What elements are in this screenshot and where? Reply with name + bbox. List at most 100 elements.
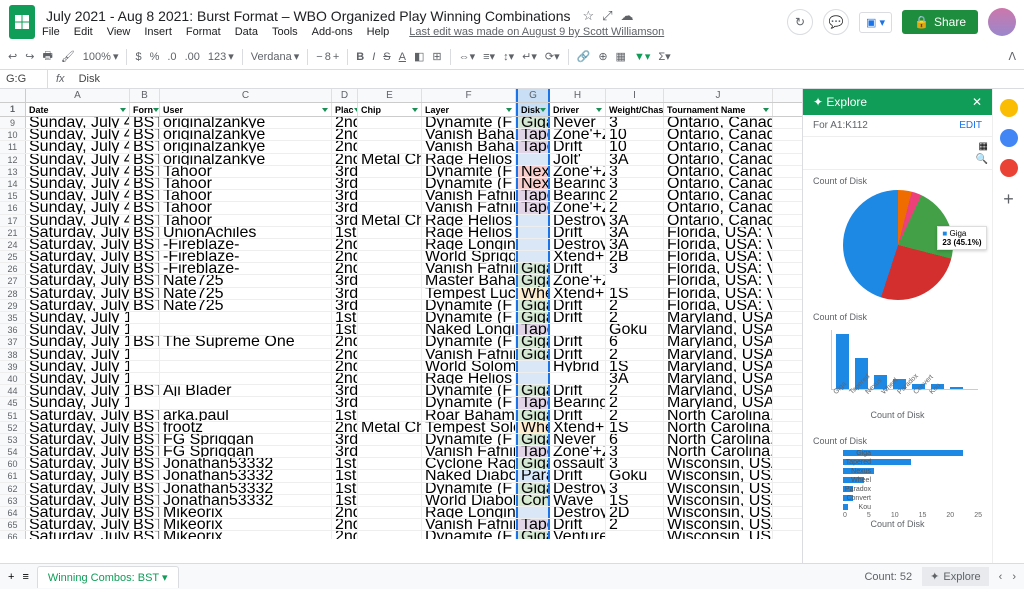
cell[interactable]: 2nd bbox=[332, 349, 358, 360]
cell[interactable]: Nexus bbox=[516, 166, 550, 177]
cell[interactable]: Giga bbox=[516, 275, 550, 286]
cell[interactable]: 6 bbox=[606, 336, 664, 347]
cell[interactable]: Maryland, USA: Allen's first spir bbox=[664, 373, 773, 384]
cell[interactable]: Rage Helios bbox=[422, 227, 516, 238]
table-row[interactable]: 62Saturday, July 17, 2021BSTJonathan5333… bbox=[0, 483, 802, 495]
cell[interactable] bbox=[358, 373, 422, 384]
cell[interactable]: Florida, USA: Vero Beach Brawl bbox=[664, 263, 773, 274]
cell[interactable] bbox=[358, 275, 422, 286]
cell[interactable]: BST bbox=[130, 166, 160, 177]
cell[interactable]: 10 bbox=[606, 141, 664, 152]
cell[interactable]: 2nd bbox=[332, 507, 358, 518]
cell[interactable]: -Fireblaze- bbox=[160, 239, 332, 250]
cell[interactable]: World Spriggan bbox=[422, 251, 516, 262]
cell[interactable] bbox=[130, 361, 160, 372]
cell[interactable] bbox=[516, 215, 550, 226]
table-row[interactable]: 12Sunday, July 4, 2021BSToriginalzankye2… bbox=[0, 154, 802, 166]
col-header[interactable]: G bbox=[516, 89, 550, 102]
cell[interactable]: BST bbox=[130, 458, 160, 469]
table-row[interactable]: 53Saturday, July 17, 2021BSTFG Spriggan3… bbox=[0, 434, 802, 446]
row-number[interactable]: 10 bbox=[0, 129, 26, 140]
cell[interactable] bbox=[606, 531, 664, 539]
cell[interactable]: 1S bbox=[606, 361, 664, 372]
cell[interactable]: BST bbox=[130, 470, 160, 481]
cell[interactable]: 2nd bbox=[332, 336, 358, 347]
chart-button[interactable]: ▦ bbox=[616, 50, 626, 63]
cell[interactable]: 3 bbox=[606, 483, 664, 494]
cell[interactable]: Jonathan53332 bbox=[160, 495, 332, 506]
table-row[interactable]: 63Saturday, July 17, 2021BSTJonathan5333… bbox=[0, 495, 802, 507]
cell[interactable]: Ontario, Canada: HIGH PARK TI bbox=[664, 117, 773, 128]
borders-button[interactable]: ⊞ bbox=[432, 50, 441, 63]
cell[interactable]: Florida, USA: Vero Beach Brawl bbox=[664, 275, 773, 286]
cell[interactable]: Vanish Fafnir bbox=[422, 519, 516, 530]
cell[interactable]: Nate725 bbox=[160, 288, 332, 299]
menu-file[interactable]: File bbox=[42, 26, 60, 38]
table-row[interactable]: 39Sunday, July 11, 20212ndWorld SolomonH… bbox=[0, 361, 802, 373]
comment-button[interactable]: ⊕ bbox=[598, 50, 607, 63]
row-number[interactable]: 53 bbox=[0, 434, 26, 445]
cell[interactable]: Giga bbox=[516, 483, 550, 494]
move-icon[interactable]: ⤢ bbox=[602, 8, 612, 24]
table-row[interactable]: 14Sunday, July 4, 2021BSTTahoor3rdDynami… bbox=[0, 178, 802, 190]
cell[interactable]: 2 bbox=[606, 300, 664, 311]
cell[interactable]: BST bbox=[130, 288, 160, 299]
cell[interactable]: Florida, USA: Vero Beach Brawl bbox=[664, 300, 773, 311]
cell[interactable]: 2nd bbox=[332, 251, 358, 262]
row-number[interactable]: 16 bbox=[0, 202, 26, 213]
cell[interactable]: Destroy bbox=[550, 483, 606, 494]
cell[interactable] bbox=[358, 507, 422, 518]
row-number[interactable]: 1 bbox=[0, 103, 26, 116]
column-header[interactable]: Tournament Name bbox=[664, 103, 773, 116]
row-number[interactable]: 24 bbox=[0, 239, 26, 250]
cell[interactable] bbox=[358, 263, 422, 274]
cell[interactable]: 3A bbox=[606, 154, 664, 165]
cell[interactable]: 3rd bbox=[332, 385, 358, 396]
cell[interactable]: Goku bbox=[606, 324, 664, 335]
cell[interactable]: Aji Blader bbox=[160, 385, 332, 396]
cell[interactable]: Giga bbox=[516, 117, 550, 128]
cell[interactable]: Xtend+ bbox=[550, 288, 606, 299]
cell[interactable]: Sunday, July 4, 2021 bbox=[26, 154, 130, 165]
cell[interactable]: 2nd bbox=[332, 154, 358, 165]
cell[interactable]: 3 bbox=[606, 117, 664, 128]
cell[interactable]: 3A bbox=[606, 239, 664, 250]
cell[interactable]: 1st bbox=[332, 312, 358, 323]
cell[interactable] bbox=[358, 129, 422, 140]
cell[interactable] bbox=[516, 227, 550, 238]
fill-color-button[interactable]: ◧ bbox=[414, 50, 424, 63]
collapse-toolbar-icon[interactable]: ᐱ bbox=[1008, 50, 1016, 63]
cell[interactable]: Giga bbox=[516, 300, 550, 311]
undo-icon[interactable]: ↩ bbox=[8, 50, 17, 63]
dec-dec-button[interactable]: .0 bbox=[167, 51, 176, 63]
cell[interactable]: Dynamite (F Gear) Belial bbox=[422, 434, 516, 445]
cell[interactable]: 2 bbox=[606, 202, 664, 213]
cell[interactable]: Wisconsin, USA: Blading in Wis bbox=[664, 507, 773, 518]
sheet-tab-active[interactable]: Winning Combos: BST ▾ bbox=[37, 566, 179, 588]
column-header[interactable]: Disk bbox=[516, 103, 550, 116]
cell[interactable]: BST bbox=[130, 507, 160, 518]
cell[interactable]: Master Bahamut bbox=[422, 275, 516, 286]
row-number[interactable]: 15 bbox=[0, 190, 26, 201]
cell[interactable]: 1st bbox=[332, 458, 358, 469]
cell[interactable]: Sunday, July 11, 2021 bbox=[26, 385, 130, 396]
table-row[interactable]: 45Sunday, July 11, 20213rdDynamite (F Ge… bbox=[0, 397, 802, 409]
row-number[interactable]: 60 bbox=[0, 458, 26, 469]
cell[interactable]: Saturday, July 17, 2021 bbox=[26, 531, 130, 539]
cell[interactable] bbox=[358, 397, 422, 408]
column-header[interactable]: Layer bbox=[422, 103, 516, 116]
cell[interactable]: Sunday, July 11, 2021 bbox=[26, 361, 130, 372]
cell[interactable] bbox=[550, 324, 606, 335]
cell[interactable]: Sunday, July 4, 2021 bbox=[26, 117, 130, 128]
cell[interactable]: North Carolina, USA: Blading at bbox=[664, 422, 773, 433]
cell[interactable]: Wisconsin, USA: Blading in Wis bbox=[664, 483, 773, 494]
count-status[interactable]: Count: 52 bbox=[864, 571, 912, 583]
row-number[interactable]: 39 bbox=[0, 361, 26, 372]
cell[interactable]: 1st bbox=[332, 410, 358, 421]
cell[interactable]: Jonathan53332 bbox=[160, 458, 332, 469]
cell[interactable]: 2nd bbox=[332, 129, 358, 140]
table-row[interactable]: 26Saturday, July 10, 2021BST-Fireblaze-2… bbox=[0, 263, 802, 275]
cell[interactable]: Tahoor bbox=[160, 190, 332, 201]
row-number[interactable]: 21 bbox=[0, 227, 26, 238]
cell[interactable]: 3rd bbox=[332, 275, 358, 286]
